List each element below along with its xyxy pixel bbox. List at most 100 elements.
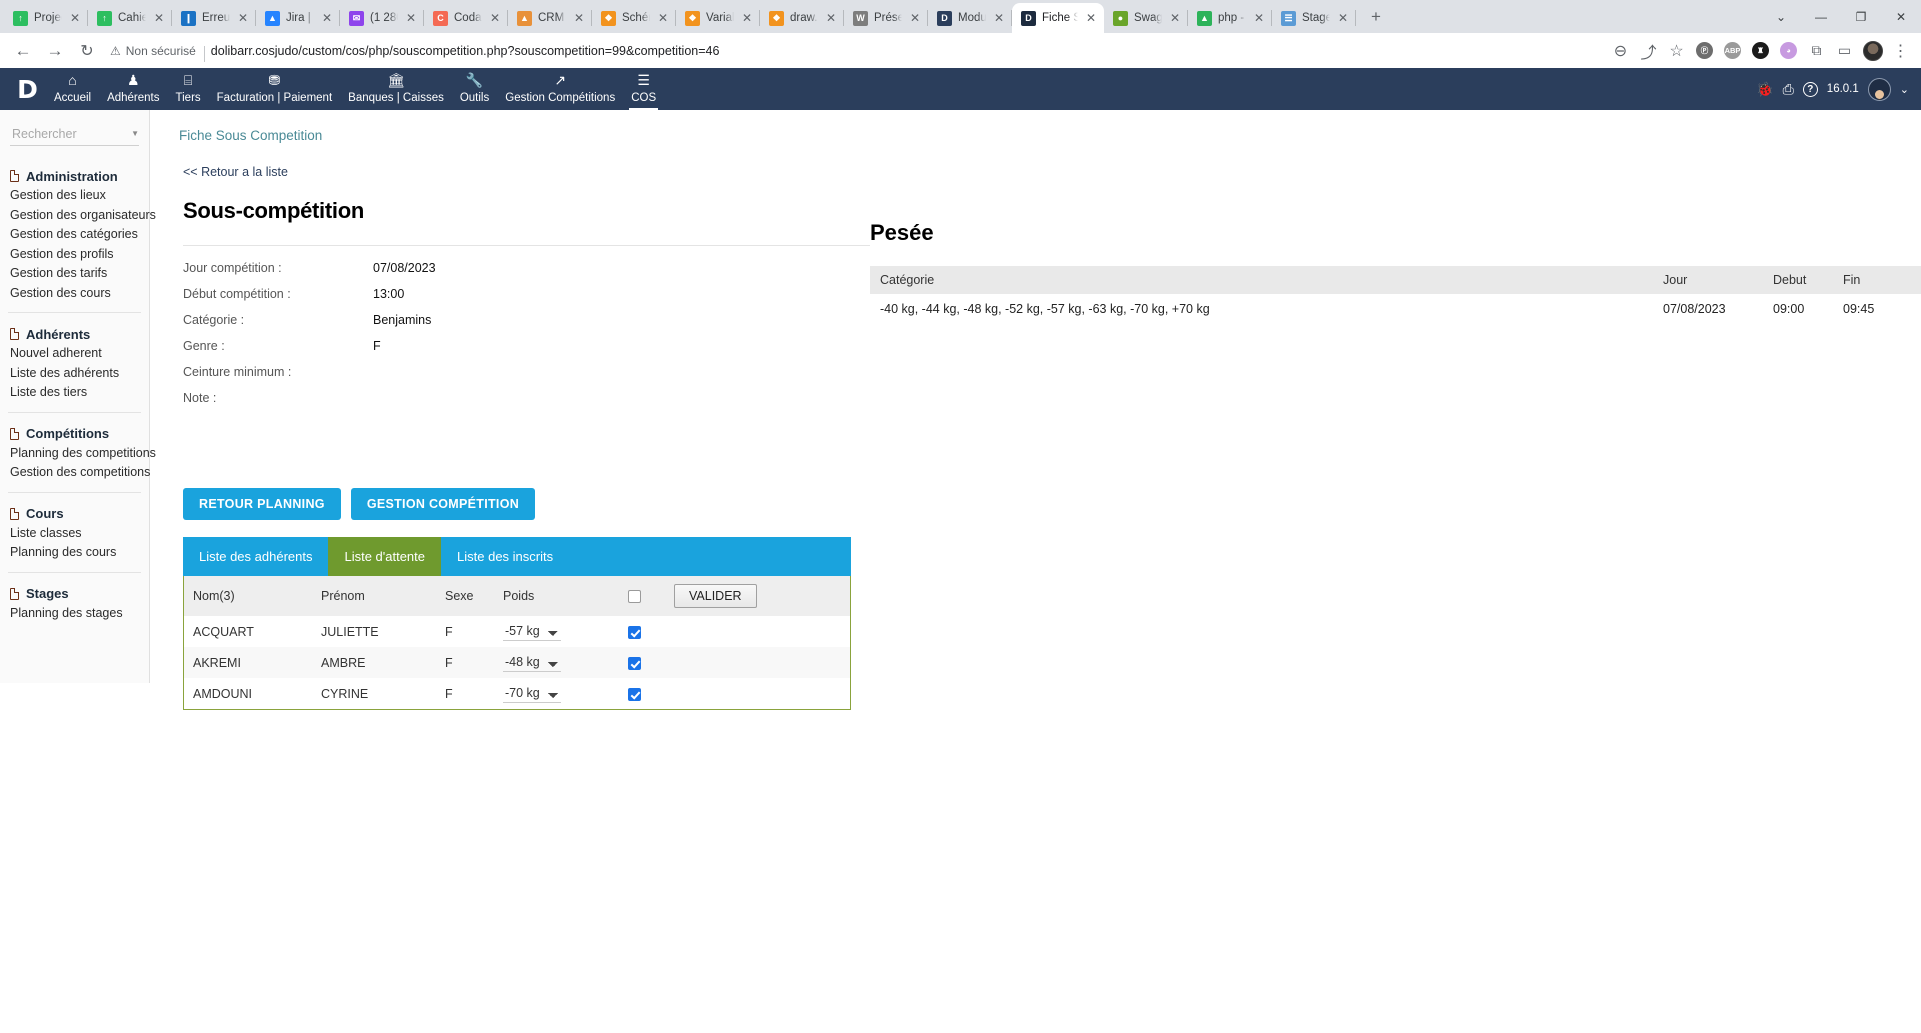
close-tab-icon[interactable]: ✕ bbox=[68, 11, 82, 25]
topnav-item-tiers[interactable]: ⌸ Tiers bbox=[168, 68, 209, 110]
close-tab-icon[interactable]: ✕ bbox=[824, 11, 838, 25]
browser-tab[interactable]: ▲ php - G ✕ bbox=[1188, 3, 1272, 33]
browser-tab[interactable]: ● Swagg ✕ bbox=[1104, 3, 1188, 33]
sidebar-item-gestion-des-categories[interactable]: Gestion des catégories bbox=[0, 225, 149, 245]
sidebar-item-gestion-des-tarifs[interactable]: Gestion des tarifs bbox=[0, 264, 149, 284]
chevron-down-icon[interactable]: ▼ bbox=[131, 129, 139, 138]
browser-tab[interactable]: D Fiche S ✕ bbox=[1012, 3, 1104, 33]
tab-liste-des-adherents[interactable]: Liste des adhérents bbox=[183, 537, 329, 576]
forward-icon[interactable]: → bbox=[40, 37, 70, 65]
close-tab-icon[interactable]: ✕ bbox=[404, 11, 418, 25]
address-bar[interactable]: ⚠ Non sécurisé dolibarr.cosjudo/custom/c… bbox=[110, 38, 1600, 64]
sidebar-item-planning-des-stages[interactable]: Planning des stages bbox=[0, 604, 149, 624]
maximize-icon[interactable]: ❐ bbox=[1841, 1, 1881, 33]
chevron-down-icon[interactable]: ⌄ bbox=[1900, 83, 1909, 96]
browser-tab[interactable]: ❙ Erreur | ✕ bbox=[172, 3, 256, 33]
close-tab-icon[interactable]: ✕ bbox=[152, 11, 166, 25]
row-checkbox[interactable] bbox=[628, 687, 641, 701]
browser-tab[interactable]: ☰ Stages ✕ bbox=[1272, 3, 1356, 33]
close-tab-icon[interactable]: ✕ bbox=[1084, 11, 1098, 25]
browser-tab[interactable]: ↑ Project ✕ bbox=[4, 3, 88, 33]
sidebar-item-gestion-des-lieux[interactable]: Gestion des lieux bbox=[0, 186, 149, 206]
profile-avatar-icon[interactable] bbox=[1860, 38, 1885, 63]
close-tab-icon[interactable]: ✕ bbox=[236, 11, 250, 25]
reload-icon[interactable]: ↻ bbox=[72, 37, 102, 65]
browser-tab[interactable]: W Présen ✕ bbox=[844, 3, 928, 33]
share-icon[interactable]: ⤴ bbox=[1636, 38, 1661, 63]
weight-select[interactable]: -40 kg-44 kg-48 kg-52 kg-57 kg-63 kg-70 … bbox=[503, 684, 561, 703]
topnav-item-facturation-paiement[interactable]: ⛃ Facturation | Paiement bbox=[209, 68, 341, 110]
sidepanel-icon[interactable]: ▭ bbox=[1832, 38, 1857, 63]
close-tab-icon[interactable]: ✕ bbox=[572, 11, 586, 25]
retour-planning-button[interactable]: RETOUR PLANNING bbox=[183, 488, 341, 520]
close-tab-icon[interactable]: ✕ bbox=[488, 11, 502, 25]
puzzle-extensions-icon[interactable]: ⧉ bbox=[1804, 38, 1829, 63]
browser-menu-icon[interactable]: ⋮ bbox=[1888, 38, 1913, 63]
sidebar-item-gestion-des-organisateurs[interactable]: Gestion des organisateurs bbox=[0, 206, 156, 226]
valider-button[interactable]: VALIDER bbox=[674, 584, 757, 608]
pocket-extension-icon[interactable]: Ⓟ bbox=[1692, 38, 1717, 63]
breadcrumb[interactable]: Fiche Sous Competition bbox=[150, 110, 1921, 143]
sidebar-item-gestion-des-profils[interactable]: Gestion des profils bbox=[0, 245, 149, 265]
topnav-item-adh-rents[interactable]: ♟ Adhérents bbox=[99, 68, 167, 110]
bookmark-star-icon[interactable]: ☆ bbox=[1664, 38, 1689, 63]
sidebar-item-gestion-des-competitions[interactable]: Gestion des competitions bbox=[0, 463, 150, 483]
browser-tab[interactable]: ▲ CRM C ✕ bbox=[508, 3, 592, 33]
help-circle-icon[interactable]: ? bbox=[1802, 81, 1818, 97]
back-to-list-link[interactable]: << Retour a la liste bbox=[183, 143, 870, 179]
cell-poids: -40 kg-44 kg-48 kg-52 kg-57 kg-63 kg-70 … bbox=[494, 616, 619, 647]
sidebar-item-liste-des-adherents[interactable]: Liste des adhérents bbox=[0, 364, 149, 384]
browser-tab[interactable]: ✉ (1 280 r ✕ bbox=[340, 3, 424, 33]
sidebar-item-planning-des-competitions[interactable]: Planning des competitions bbox=[0, 444, 156, 464]
browser-tab[interactable]: C Coda | ✕ bbox=[424, 3, 508, 33]
row-checkbox[interactable] bbox=[628, 625, 641, 639]
close-tab-icon[interactable]: ✕ bbox=[1252, 11, 1266, 25]
close-tab-icon[interactable]: ✕ bbox=[656, 11, 670, 25]
sidebar-item-planning-des-cours[interactable]: Planning des cours bbox=[0, 543, 149, 563]
gestion-competition-button[interactable]: GESTION COMPÉTITION bbox=[350, 488, 536, 520]
colorpick-extension-icon[interactable]: ◕ bbox=[1776, 38, 1801, 63]
browser-tab[interactable]: ❖ Schéma ✕ bbox=[592, 3, 676, 33]
close-window-icon[interactable]: ✕ bbox=[1881, 1, 1921, 33]
dolibarr-logo[interactable]: D bbox=[8, 68, 46, 110]
adblock-extension-icon[interactable]: ABP bbox=[1720, 38, 1745, 63]
close-tab-icon[interactable]: ✕ bbox=[320, 11, 334, 25]
close-tab-icon[interactable]: ✕ bbox=[1168, 11, 1182, 25]
row-checkbox[interactable] bbox=[628, 656, 641, 670]
zoom-out-icon[interactable]: ⊖ bbox=[1608, 38, 1633, 63]
browser-tab[interactable]: ❖ draw.io ✕ bbox=[760, 3, 844, 33]
select-all-checkbox[interactable] bbox=[628, 590, 641, 604]
back-icon[interactable]: ← bbox=[8, 37, 38, 65]
topnav-item-gestion-comp-titions[interactable]: ↗ Gestion Compétitions bbox=[497, 68, 623, 110]
close-tab-icon[interactable]: ✕ bbox=[1336, 11, 1350, 25]
search-input[interactable] bbox=[10, 125, 120, 142]
close-tab-icon[interactable]: ✕ bbox=[908, 11, 922, 25]
topnav-item-banques-caisses[interactable]: 🏛 Banques | Caisses bbox=[340, 68, 452, 110]
tab-liste-d-attente[interactable]: Liste d'attente bbox=[328, 537, 442, 576]
close-tab-icon[interactable]: ✕ bbox=[740, 11, 754, 25]
topnav-item-cos[interactable]: ☰ COS bbox=[623, 68, 664, 110]
new-tab-button[interactable]: + bbox=[1362, 3, 1390, 31]
weight-select[interactable]: -40 kg-44 kg-48 kg-52 kg-57 kg-63 kg-70 … bbox=[503, 622, 561, 641]
weight-select[interactable]: -40 kg-44 kg-48 kg-52 kg-57 kg-63 kg-70 … bbox=[503, 653, 561, 672]
tab-list-icon[interactable]: ⌄ bbox=[1761, 1, 1801, 33]
close-tab-icon[interactable]: ✕ bbox=[992, 11, 1006, 25]
topnav-item-outils[interactable]: 🔧 Outils bbox=[452, 68, 497, 110]
security-status[interactable]: ⚠ Non sécurisé bbox=[110, 44, 205, 62]
browser-tab[interactable]: D Modul ✕ bbox=[928, 3, 1012, 33]
sidebar-item-nouvel-adherent[interactable]: Nouvel adherent bbox=[0, 344, 149, 364]
topnav-item-accueil[interactable]: ⌂ Accueil bbox=[46, 68, 99, 110]
browser-tab[interactable]: ▲ Jira | Lo ✕ bbox=[256, 3, 340, 33]
sidebar-search[interactable]: ▼ bbox=[10, 122, 139, 146]
browser-tab[interactable]: ↑ Cahier ✕ bbox=[88, 3, 172, 33]
minimize-icon[interactable]: — bbox=[1801, 1, 1841, 33]
bug-icon[interactable]: 🐞 bbox=[1756, 81, 1773, 98]
sidebar-item-liste-classes[interactable]: Liste classes bbox=[0, 524, 149, 544]
sidebar-item-gestion-des-cours[interactable]: Gestion des cours bbox=[0, 284, 149, 304]
keeper-extension-icon[interactable]: ♜ bbox=[1748, 38, 1773, 63]
browser-tab[interactable]: ❖ Variable ✕ bbox=[676, 3, 760, 33]
printer-icon[interactable]: ⎙ bbox=[1783, 81, 1794, 98]
sidebar-item-liste-des-tiers[interactable]: Liste des tiers bbox=[0, 383, 149, 403]
avatar[interactable] bbox=[1867, 77, 1891, 101]
tab-liste-des-inscrits[interactable]: Liste des inscrits bbox=[441, 537, 570, 576]
